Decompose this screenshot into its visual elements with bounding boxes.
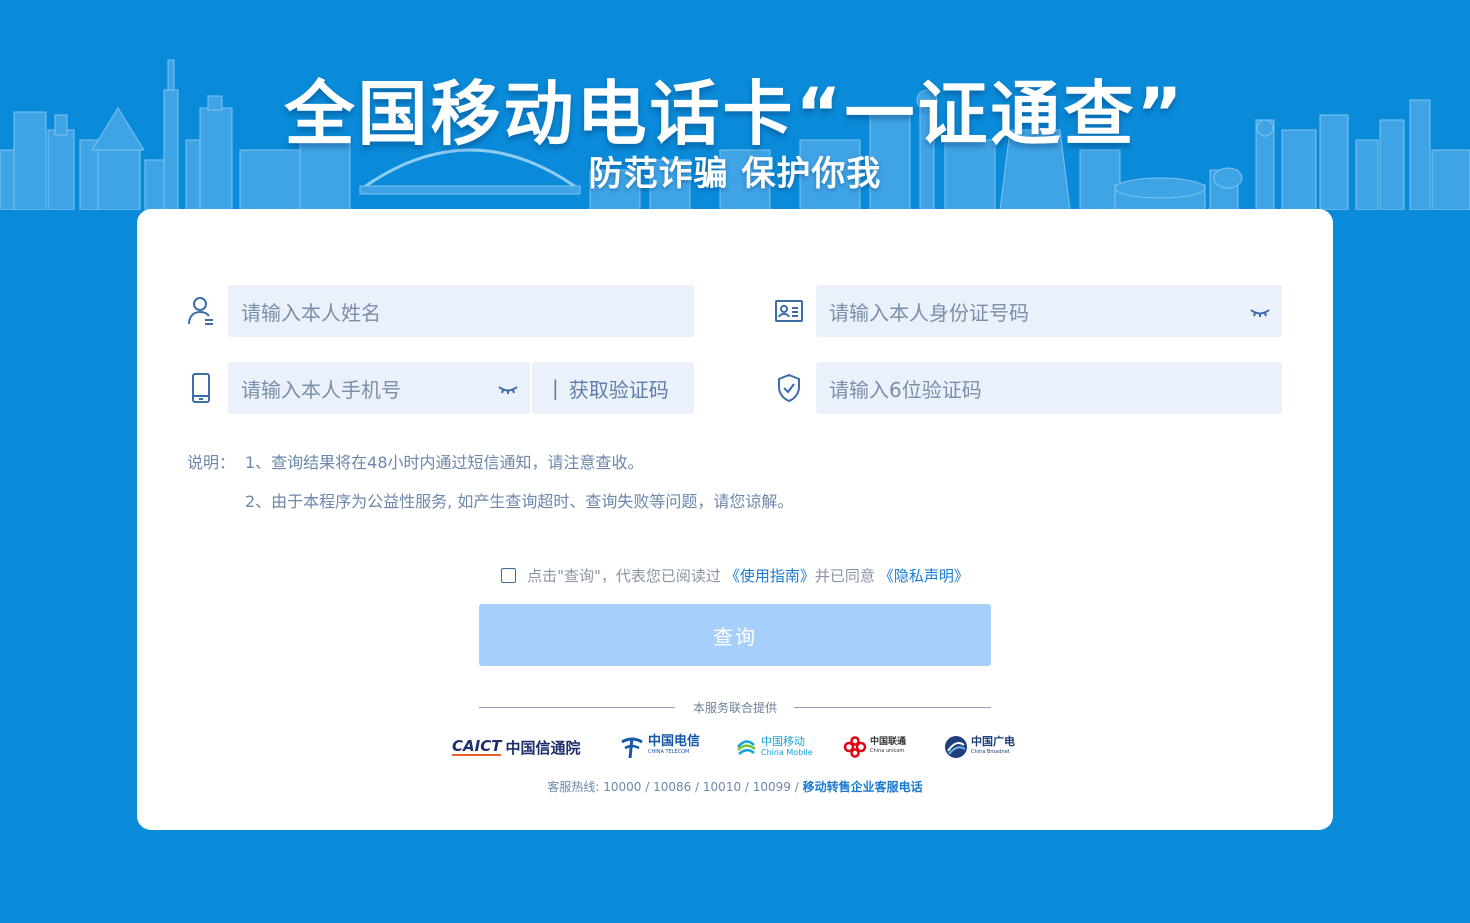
china-telecom-logo-cn: 中国电信	[648, 734, 701, 749]
id-number-input[interactable]: 请输入本人身份证号码	[816, 285, 1282, 337]
get-code-button[interactable]: | 获取验证码	[532, 362, 694, 414]
eye-closed-icon[interactable]	[1250, 299, 1270, 323]
get-code-label: 获取验证码	[568, 377, 669, 402]
china-mobile-icon	[737, 740, 756, 755]
provider-logos: CAICT 中国信通院 中国电信 CHINA TELECOM 中国移动 Chin…	[137, 732, 1333, 762]
eye-closed-icon[interactable]	[498, 376, 518, 400]
notes-label: 说明：	[187, 453, 236, 472]
usage-guide-link[interactable]: 《使用指南》	[725, 565, 815, 586]
id-number-placeholder: 请输入本人身份证号码	[829, 300, 1029, 325]
agreement-middle: 并已同意	[814, 567, 875, 585]
caict-logo-en: CAICT	[452, 737, 502, 756]
china-mobile-logo-en: China Mobile	[761, 748, 813, 757]
user-icon	[186, 294, 216, 328]
note-line-1: 1、查询结果将在48小时内通过短信通知，请注意查收。	[245, 453, 644, 472]
note-line-2: 2、由于本程序为公益性服务, 如产生查询超时、查询失败等问题，请您谅解。	[245, 492, 794, 511]
china-telecom-icon	[621, 737, 643, 759]
banner-title: 全国移动电话卡“一证通查”	[284, 73, 1186, 155]
divider-right	[794, 707, 991, 708]
phone-input[interactable]: 请输入本人手机号	[228, 362, 530, 414]
query-button[interactable]: 查询	[479, 604, 991, 666]
hotline-numbers: 客服热线: 10000 / 10086 / 10010 / 10099 /	[547, 780, 803, 794]
banner: 全国移动电话卡“一证通查” 防范诈骗 保护你我	[0, 0, 1470, 210]
providers-label: 本服务联合提供	[692, 701, 777, 715]
name-input[interactable]: 请输入本人姓名	[228, 285, 694, 337]
shield-check-icon	[774, 371, 804, 405]
hotline: 客服热线: 10000 / 10086 / 10010 / 10099 / 移动…	[137, 778, 1333, 795]
china-broadnet-logo-en: China Broadnet	[971, 749, 1010, 755]
banner-subtitle: 防范诈骗 保护你我	[588, 154, 882, 194]
china-unicom-logo-cn: 中国联通	[870, 737, 907, 747]
caict-logo-cn: 中国信通院	[505, 738, 581, 757]
china-unicom-icon	[843, 736, 867, 758]
china-broadnet-icon	[945, 736, 967, 758]
china-unicom-logo: 中国联通 China unicom	[843, 732, 906, 762]
china-mobile-logo: 中国移动 China Mobile	[734, 732, 813, 762]
china-broadnet-logo: 中国广电 China Broadnet	[944, 732, 1015, 762]
agreement-row: 点击"查询"，代表您已阅读过 《使用指南》 并已同意 《隐私声明》	[137, 565, 1333, 586]
china-broadnet-logo-cn: 中国广电	[971, 735, 1015, 748]
sms-separator: |	[552, 376, 559, 400]
agreement-checkbox[interactable]	[501, 568, 517, 583]
china-mobile-logo-cn: 中国移动	[761, 735, 805, 748]
mvno-hotline-link[interactable]: 移动转售企业客服电话	[803, 780, 923, 794]
china-telecom-logo: 中国电信 CHINA TELECOM	[619, 732, 700, 762]
verification-code-placeholder: 请输入6位验证码	[829, 377, 982, 402]
china-telecom-logo-en: CHINA TELECOM	[648, 749, 690, 755]
china-unicom-logo-en: China unicom	[870, 748, 905, 754]
privacy-statement-link[interactable]: 《隐私声明》	[879, 565, 969, 586]
agreement-prefix: 点击"查询"，代表您已阅读过	[527, 567, 721, 585]
caict-logo: CAICT 中国信通院	[452, 732, 580, 762]
phone-placeholder: 请输入本人手机号	[241, 377, 401, 402]
query-card: 请输入本人姓名 请输入本人身份证号码 请输入本人手机号 | 获取验证码 请输入6…	[137, 209, 1333, 830]
id-card-icon	[774, 294, 804, 328]
mobile-phone-icon	[186, 371, 216, 405]
name-placeholder: 请输入本人姓名	[241, 300, 381, 325]
verification-code-input[interactable]: 请输入6位验证码	[816, 362, 1282, 414]
